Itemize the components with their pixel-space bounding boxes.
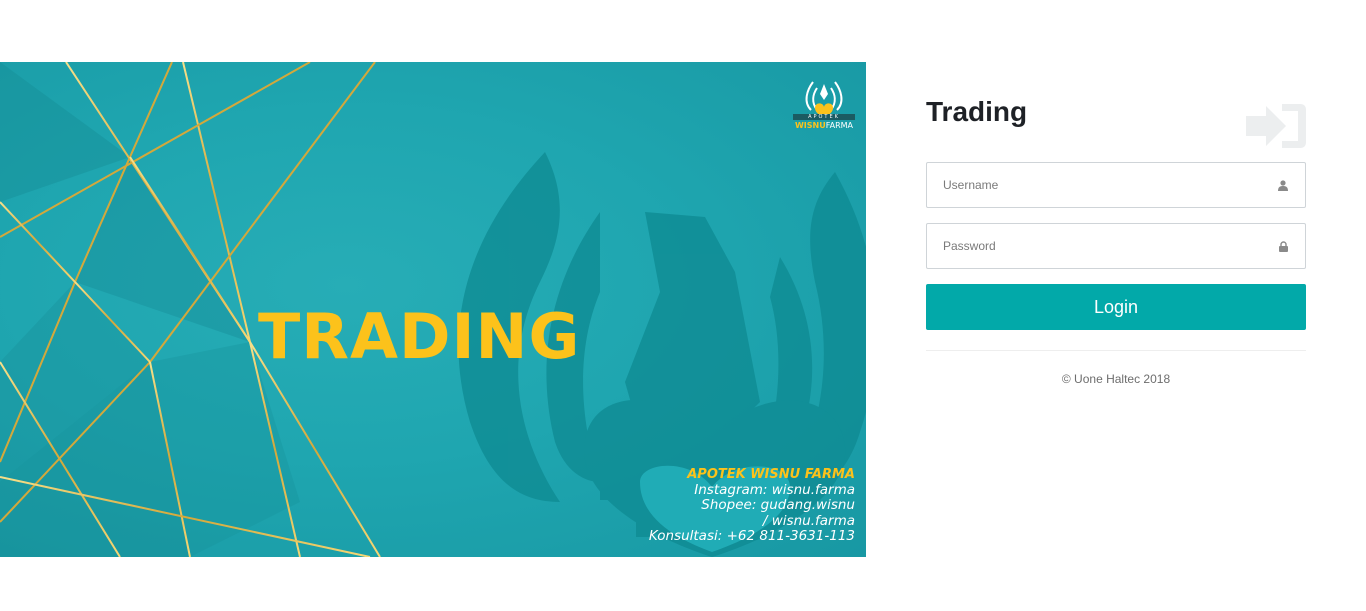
contact-info: APOTEK WISNU FARMA Instagram: wisnu.farm…	[649, 467, 855, 545]
banner-image: TRADING APOTEK WISNUFARMA APOTEK WISNU F…	[0, 62, 866, 557]
contact-konsultasi: Konsultasi: +62 811-3631-113	[648, 528, 855, 545]
contact-brand: APOTEK WISNU FARMA	[687, 467, 855, 483]
banner-title: TRADING	[258, 300, 581, 373]
contact-shopee-2: / wisnu.farma	[762, 512, 855, 529]
login-button[interactable]: Login	[926, 284, 1306, 330]
logo-name-part2: FARMA	[825, 121, 854, 130]
lock-icon	[1279, 241, 1288, 252]
page-title: Trading	[926, 96, 1028, 127]
username-field[interactable]	[926, 162, 1306, 208]
username-input[interactable]	[943, 163, 1263, 207]
copyright-footer: © Uone Haltec 2018	[1061, 372, 1171, 386]
logo-tagline: APOTEK	[793, 114, 855, 120]
sign-in-icon	[1246, 104, 1306, 148]
contact-instagram: Instagram: wisnu.farma	[694, 481, 855, 498]
password-input[interactable]	[943, 224, 1263, 268]
divider	[926, 350, 1306, 351]
user-icon	[1278, 180, 1288, 191]
logo-name: WISNUFARMA	[793, 121, 855, 130]
password-field[interactable]	[926, 223, 1306, 269]
contact-shopee: Shopee: gudang.wisnu	[701, 497, 855, 514]
logo-name-part1: WISNU	[794, 121, 826, 130]
